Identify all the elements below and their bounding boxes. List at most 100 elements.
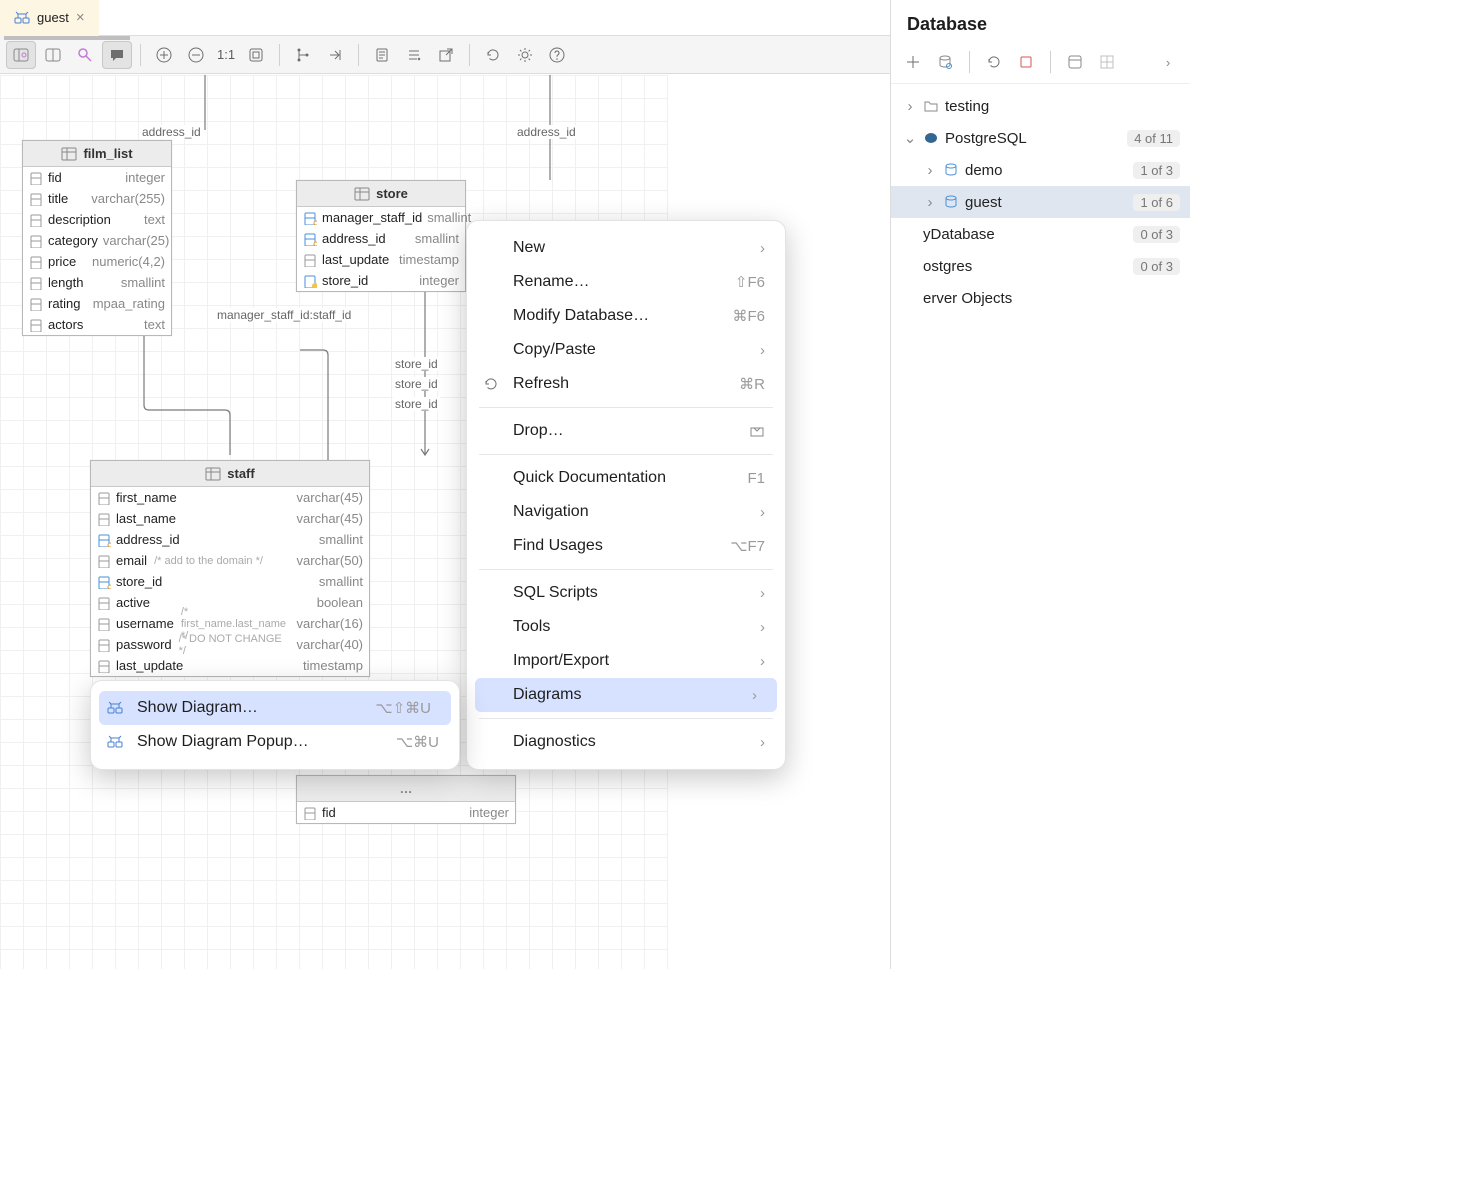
tab-guest[interactable]: guest × xyxy=(0,0,99,36)
column-name: length xyxy=(48,275,83,290)
edge-label: address_id xyxy=(515,125,578,139)
column-name: store_id xyxy=(322,273,368,288)
table-staff[interactable]: staff first_namevarchar(45)last_namevarc… xyxy=(90,460,370,677)
show-list-button[interactable] xyxy=(399,41,429,69)
column-type: varchar(45) xyxy=(297,511,363,526)
menu-modify-database[interactable]: Modify Database…⌘F6 xyxy=(467,299,785,333)
layout-tree-button[interactable] xyxy=(288,41,318,69)
column-row[interactable]: titlevarchar(255) xyxy=(23,188,171,209)
column-row[interactable]: email/* add to the domain */varchar(50) xyxy=(91,550,369,571)
tree-item-demo[interactable]: › demo 1 of 3 xyxy=(891,154,1190,186)
column-row[interactable]: last_updatetimestamp xyxy=(297,249,465,270)
tree-item-postgresql[interactable]: ⌄ PostgreSQL 4 of 11 xyxy=(891,122,1190,154)
tree-item-mydatabase[interactable]: yDatabase 0 of 3 xyxy=(891,218,1190,250)
tree-item-postgres-db[interactable]: ostgres 0 of 3 xyxy=(891,250,1190,282)
column-name: description xyxy=(48,212,111,227)
menu-refresh[interactable]: Refresh⌘R xyxy=(467,367,785,401)
help-button[interactable] xyxy=(542,41,572,69)
tree-item-testing[interactable]: › testing xyxy=(891,90,1190,122)
column-row[interactable]: pricenumeric(4,2) xyxy=(23,251,171,272)
goto-button[interactable] xyxy=(320,41,350,69)
settings-button[interactable] xyxy=(510,41,540,69)
column-type: mpaa_rating xyxy=(93,296,165,311)
column-type: varchar(45) xyxy=(297,490,363,505)
column-row[interactable]: fidinteger xyxy=(297,802,515,823)
menu-new[interactable]: New› xyxy=(467,231,785,265)
column-row[interactable]: store_idsmallint xyxy=(91,571,369,592)
menu-diagrams[interactable]: Diagrams› xyxy=(475,678,777,712)
column-icon xyxy=(29,276,43,290)
sidebar-grid-button[interactable] xyxy=(1093,49,1121,75)
sidebar-stop-button[interactable] xyxy=(1012,49,1040,75)
column-name: rating xyxy=(48,296,81,311)
column-row[interactable]: lengthsmallint xyxy=(23,272,171,293)
column-row[interactable]: first_name varchar(45) xyxy=(91,487,369,508)
column-type: smallint xyxy=(415,231,459,246)
column-row[interactable]: actorstext xyxy=(23,314,171,335)
column-row[interactable]: password/* DO NOT CHANGE */varchar(40) xyxy=(91,634,369,655)
menu-diagnostics[interactable]: Diagnostics› xyxy=(467,725,785,759)
column-row[interactable]: address_idsmallint xyxy=(91,529,369,550)
menu-rename[interactable]: Rename…⇧F6 xyxy=(467,265,785,299)
menu-find-usages[interactable]: Find Usages⌥F7 xyxy=(467,529,785,563)
show-keys-button[interactable] xyxy=(70,41,100,69)
menu-copy-paste[interactable]: Copy/Paste› xyxy=(467,333,785,367)
tree-item-guest[interactable]: › guest 1 of 6 xyxy=(891,186,1190,218)
column-type: varchar(16) xyxy=(297,616,363,631)
column-icon xyxy=(303,806,317,820)
zoom-ratio[interactable]: 1:1 xyxy=(213,47,239,62)
menu-sql-scripts[interactable]: SQL Scripts› xyxy=(467,576,785,610)
sidebar-more-button[interactable]: › xyxy=(1154,49,1182,75)
menu-tools[interactable]: Tools› xyxy=(467,610,785,644)
column-name: first_name xyxy=(116,490,177,505)
menu-import-export[interactable]: Import/Export› xyxy=(467,644,785,678)
column-row[interactable]: username/* first_name.last_name */varcha… xyxy=(91,613,369,634)
column-type: timestamp xyxy=(303,658,363,673)
export-button[interactable] xyxy=(431,41,461,69)
column-name: price xyxy=(48,254,76,269)
column-icon xyxy=(97,491,111,505)
column-row[interactable]: address_idsmallint xyxy=(297,228,465,249)
submenu-show-diagram[interactable]: Show Diagram…⌥⇧⌘U xyxy=(99,691,451,725)
fit-button[interactable] xyxy=(241,41,271,69)
table-clipped[interactable]: … fidinteger xyxy=(296,775,516,824)
column-name: actors xyxy=(48,317,83,332)
column-row[interactable]: last_namevarchar(45) xyxy=(91,508,369,529)
menu-quick-documentation[interactable]: Quick DocumentationF1 xyxy=(467,461,785,495)
table-store[interactable]: store manager_staff_idsmallintaddress_id… xyxy=(296,180,466,292)
close-icon[interactable]: × xyxy=(76,9,85,26)
show-comments-button[interactable] xyxy=(102,41,132,69)
layout-single-button[interactable] xyxy=(6,41,36,69)
column-icon xyxy=(303,211,317,225)
table-film-list[interactable]: film_list fidintegertitlevarchar(255)des… xyxy=(22,140,172,336)
count-badge: 1 of 6 xyxy=(1133,194,1180,211)
drop-icon xyxy=(749,423,765,439)
refresh-button[interactable] xyxy=(478,41,508,69)
datasource-properties-button[interactable] xyxy=(931,49,959,75)
show-doc-button[interactable] xyxy=(367,41,397,69)
column-icon xyxy=(29,192,43,206)
column-row[interactable]: descriptiontext xyxy=(23,209,171,230)
zoom-in-button[interactable] xyxy=(149,41,179,69)
count-badge: 4 of 11 xyxy=(1127,130,1180,147)
column-row[interactable]: rating mpaa_rating xyxy=(23,293,171,314)
column-row[interactable]: store_id integer xyxy=(297,270,465,291)
column-type: integer xyxy=(419,273,459,288)
sidebar-popout-button[interactable] xyxy=(1061,49,1089,75)
submenu-show-diagram-popup[interactable]: Show Diagram Popup…⌥⌘U xyxy=(91,725,459,759)
menu-drop[interactable]: Drop… xyxy=(467,414,785,448)
column-icon xyxy=(97,554,111,568)
zoom-out-button[interactable] xyxy=(181,41,211,69)
column-name: last_update xyxy=(116,658,183,673)
layout-split-button[interactable] xyxy=(38,41,68,69)
menu-navigation[interactable]: Navigation› xyxy=(467,495,785,529)
new-datasource-button[interactable] xyxy=(899,49,927,75)
column-row[interactable]: categoryvarchar(25) xyxy=(23,230,171,251)
column-row[interactable]: manager_staff_idsmallint xyxy=(297,207,465,228)
column-name: password xyxy=(116,637,172,652)
column-row[interactable]: fidinteger xyxy=(23,167,171,188)
tree-item-server-objects[interactable]: erver Objects xyxy=(891,282,1190,314)
column-type: varchar(50) xyxy=(297,553,363,568)
sidebar-refresh-button[interactable] xyxy=(980,49,1008,75)
column-row[interactable]: last_update timestamp xyxy=(91,655,369,676)
